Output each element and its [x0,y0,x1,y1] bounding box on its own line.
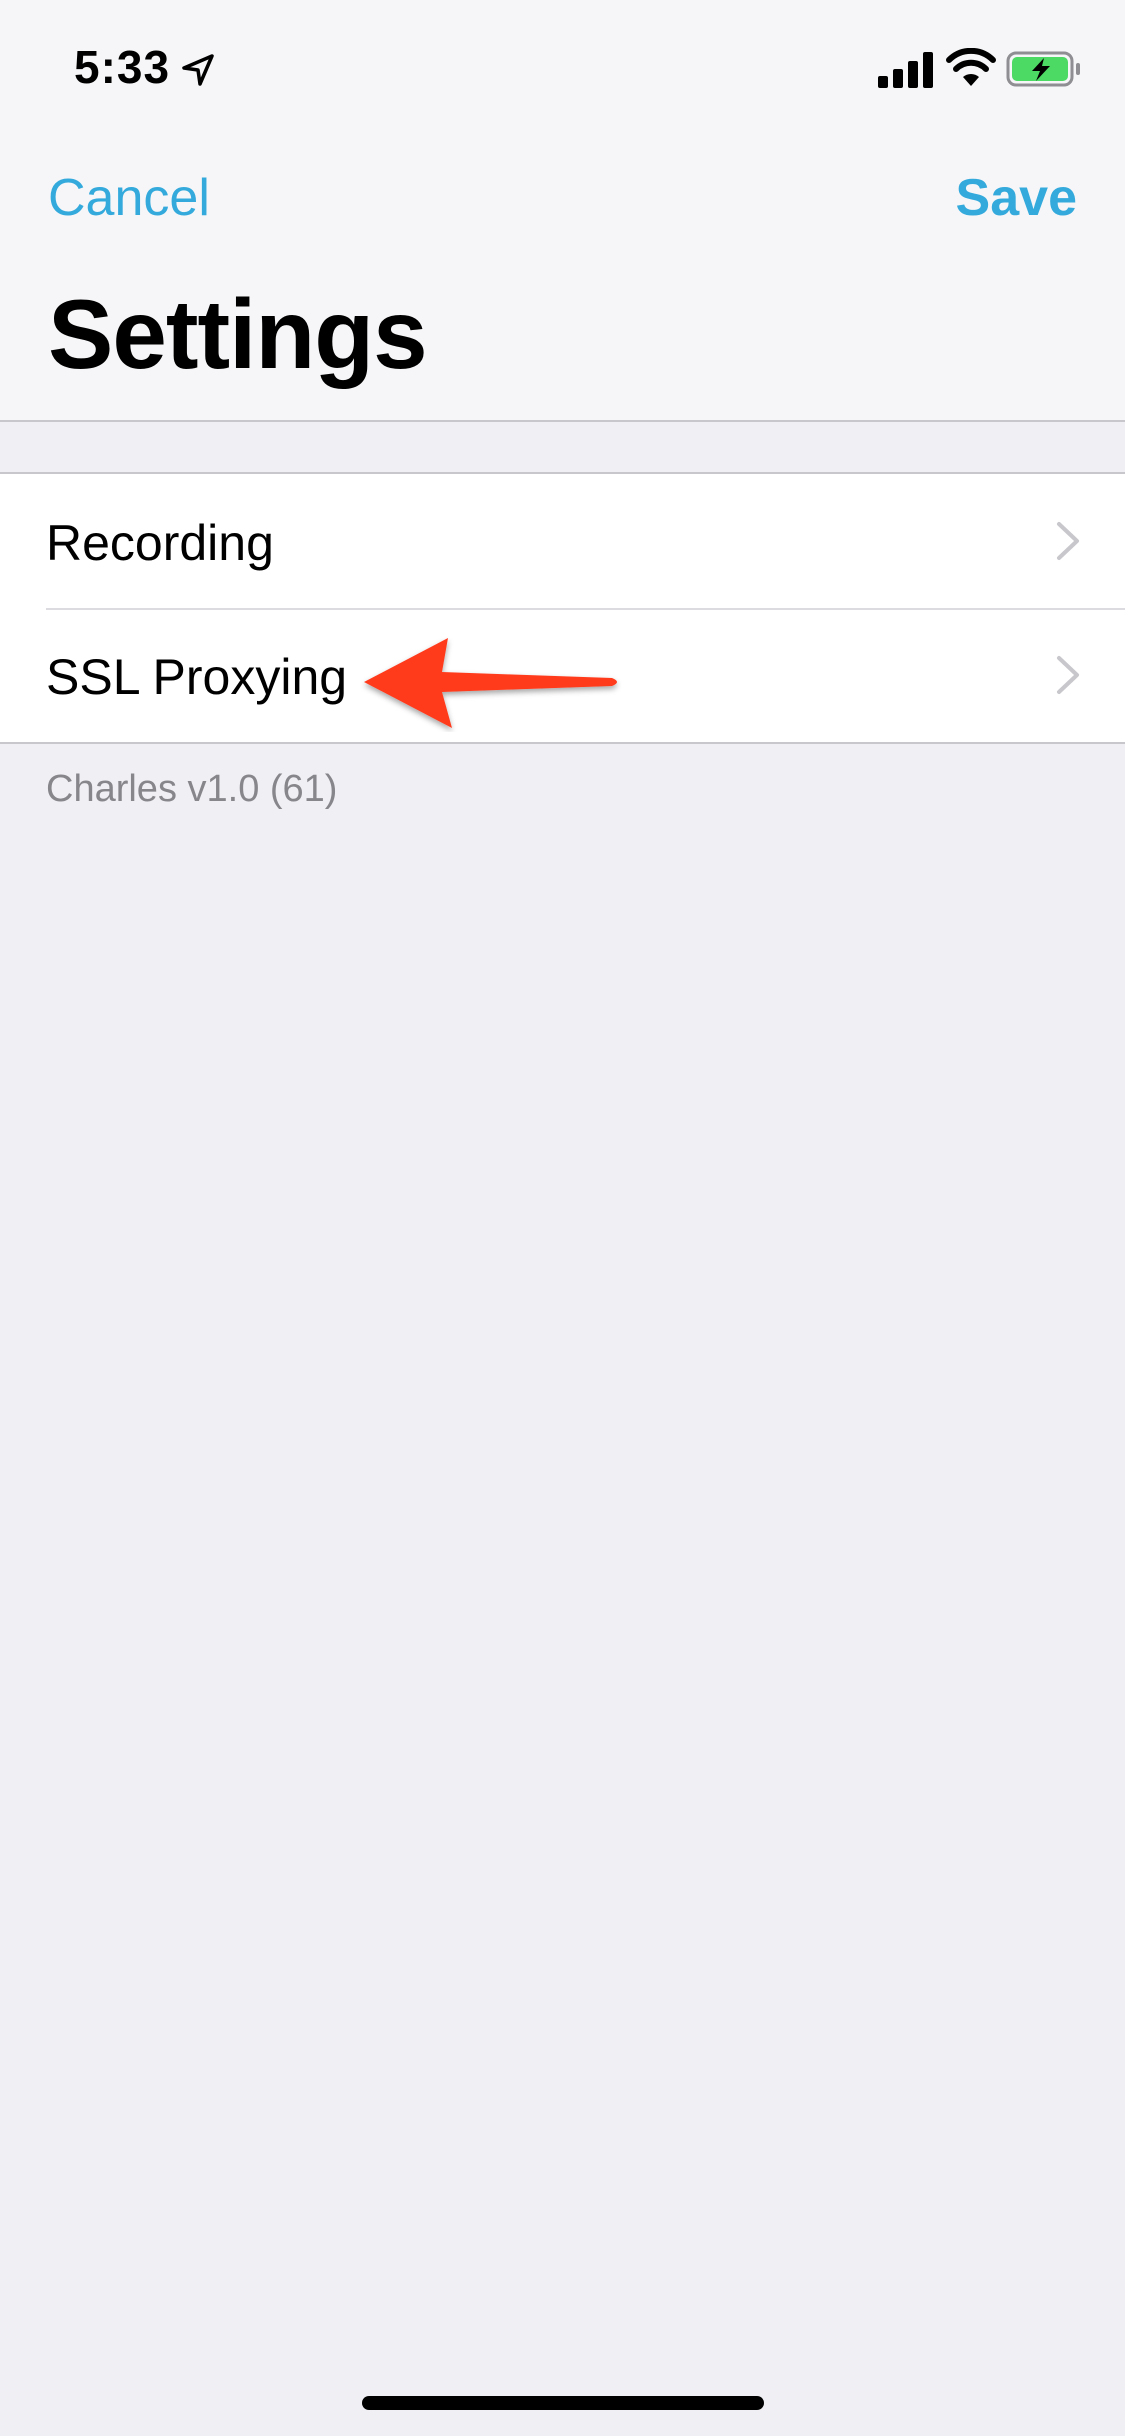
chevron-right-icon [1057,656,1079,694]
annotation-arrow-icon [364,638,617,728]
recording-row[interactable]: Recording [0,474,1125,608]
home-indicator[interactable] [362,2396,764,2410]
chevron-right-icon [1057,522,1079,560]
settings-screen: 5:33 Cancel Save Settings Recording SSL … [0,0,1125,2436]
version-footer: Charles v1.0 (61) [46,768,338,810]
cellular-signal-icon [878,52,933,88]
navigation-bar: 5:33 Cancel Save Settings [0,0,1125,422]
cancel-button[interactable]: Cancel [48,168,210,228]
battery-charging-icon [1006,51,1080,87]
ssl-proxying-label: SSL Proxying [46,649,348,705]
status-time: 5:33 [74,41,171,93]
location-arrow-icon [182,54,214,86]
recording-label: Recording [46,515,274,571]
save-button[interactable]: Save [956,168,1077,228]
wifi-icon [946,48,996,86]
page-title: Settings [48,279,428,389]
status-bar: 5:33 [0,0,1125,132]
